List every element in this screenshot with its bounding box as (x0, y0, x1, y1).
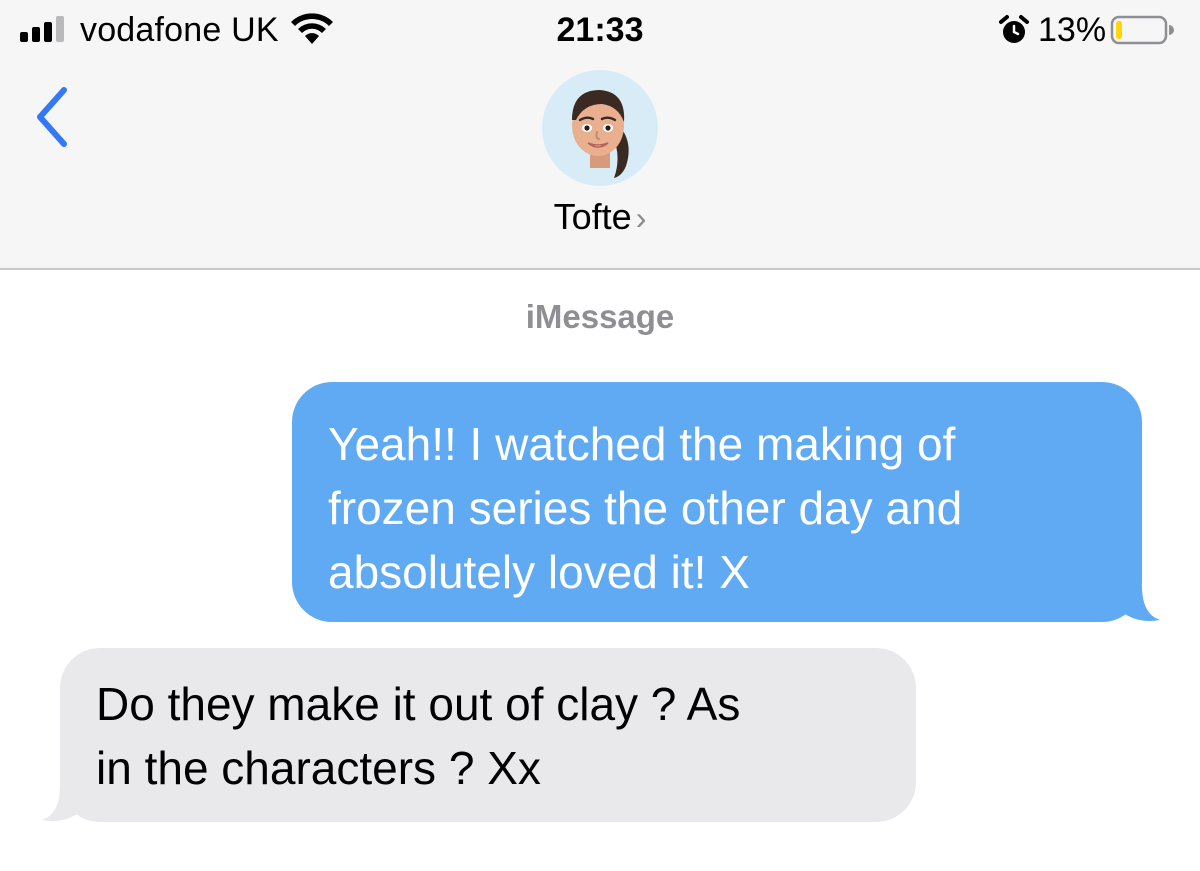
contact-name-button[interactable]: Tofte › (0, 196, 1200, 238)
conversation-header: vodafone UK 21:33 13% Tofte › (0, 0, 1200, 270)
received-bubble-tail (42, 786, 80, 821)
status-bar: vodafone UK 21:33 13% (0, 0, 1200, 64)
alarm-icon (999, 15, 1029, 43)
chevron-right-icon: › (635, 200, 647, 236)
message-line: frozen series the other day and (328, 482, 963, 534)
sent-message-bubble[interactable]: Yeah!! I watched the making of frozen se… (292, 382, 1142, 622)
message-line: in the characters ? Xx (96, 742, 541, 794)
battery-percentage: 13% (1038, 11, 1107, 49)
message-line: Yeah!! I watched the making of (328, 418, 956, 470)
message-line: Do they make it out of clay ? As (96, 678, 741, 730)
received-message-bubble[interactable]: Do they make it out of clay ? As in the … (60, 648, 916, 822)
service-label: iMessage (525, 298, 675, 335)
contact-name: Tofte (553, 196, 632, 237)
contact-avatar[interactable] (542, 70, 658, 186)
sent-bubble-tail (1122, 586, 1160, 621)
battery-icon (1110, 15, 1174, 45)
chevron-left-icon[interactable] (30, 84, 74, 150)
message-line: absolutely loved it! X (328, 546, 750, 598)
memoji-avatar (572, 90, 629, 178)
